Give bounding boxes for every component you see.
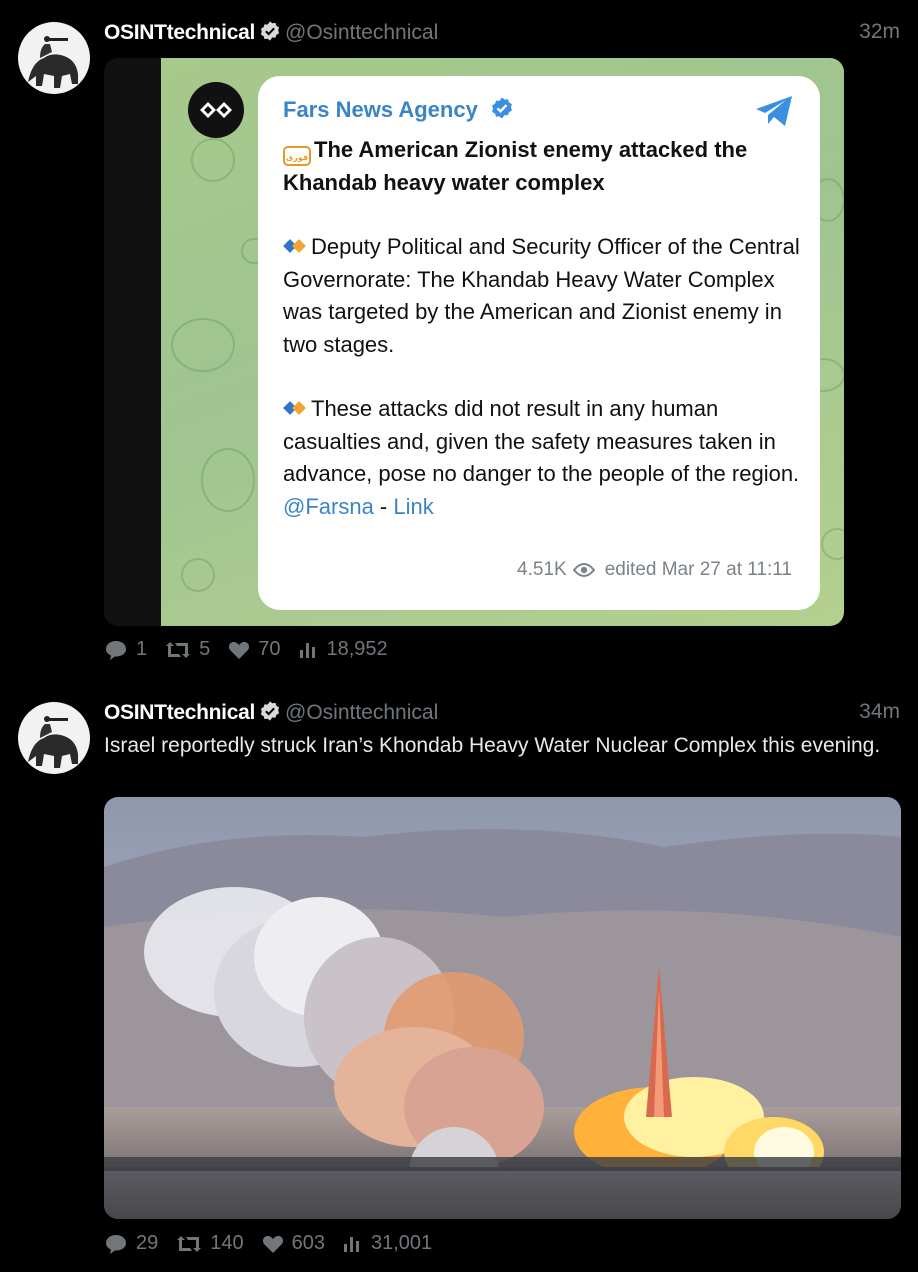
- diamond-bullet-icon: [283, 401, 307, 415]
- fars-badge-icon: فوری: [283, 146, 311, 166]
- message-link: Link: [393, 493, 434, 519]
- repost-count: 140: [210, 1232, 244, 1254]
- repost-button[interactable]: 140: [176, 1232, 244, 1255]
- verified-badge-icon: [259, 700, 281, 728]
- post-actions: 1 5 70 18,952: [104, 638, 388, 661]
- post-text: Israel reportedly struck Iran’s Khondab …: [104, 734, 881, 757]
- channel-verified-icon: [490, 96, 514, 126]
- author-handle[interactable]: @Osinttechnical: [285, 701, 438, 724]
- avatar[interactable]: [18, 702, 90, 774]
- views-button[interactable]: 18,952: [299, 638, 388, 661]
- post[interactable]: OSINTtechnical @Osinttechnical 32m Fars N…: [0, 0, 918, 680]
- post[interactable]: OSINTtechnical @Osinttechnical 34m Israel…: [0, 680, 918, 1272]
- like-button[interactable]: 603: [262, 1232, 325, 1255]
- repost-button[interactable]: 5: [165, 638, 210, 661]
- like-count: 603: [291, 1232, 325, 1254]
- reply-button[interactable]: 29: [104, 1232, 158, 1255]
- post-actions: 29 140 603 31,001: [104, 1232, 432, 1255]
- views-icon: [344, 1236, 359, 1252]
- views-icon: [299, 642, 315, 658]
- message-paragraph-1: Deputy Political and Security Officer of…: [283, 234, 800, 357]
- repost-icon: [166, 641, 191, 658]
- avatar[interactable]: [18, 22, 90, 94]
- verified-badge-icon: [259, 20, 281, 48]
- channel-name: Fars News Agency: [283, 96, 514, 126]
- like-button[interactable]: 70: [228, 638, 281, 661]
- post-media[interactable]: Fars News Agency فوری The American Zionis…: [104, 58, 844, 626]
- message-text: فوری The American Zionist enemy attacked …: [283, 134, 803, 523]
- mention-link: @Farsna: [283, 493, 374, 519]
- author-handle[interactable]: @Osinttechnical: [285, 21, 438, 44]
- post-header: OSINTtechnical @Osinttechnical 32m: [104, 20, 900, 48]
- reply-count: 29: [136, 1232, 159, 1254]
- view-count: 31,001: [371, 1232, 433, 1254]
- eye-icon: [572, 562, 595, 584]
- message-views: 4.51K: [517, 559, 567, 580]
- reply-count: 1: [136, 638, 148, 660]
- post-time[interactable]: 34m: [859, 700, 900, 724]
- repost-count: 5: [199, 638, 211, 660]
- telegram-plane-icon: [754, 94, 794, 133]
- like-count: 70: [258, 638, 281, 660]
- post-time[interactable]: 32m: [859, 20, 900, 44]
- views-button[interactable]: 31,001: [343, 1232, 432, 1255]
- message-title: The American Zionist enemy attacked the …: [283, 137, 748, 195]
- reply-icon: [106, 640, 126, 660]
- link-separator: -: [373, 493, 394, 519]
- author-name[interactable]: OSINTtechnical: [104, 701, 255, 724]
- message-footer: 4.51K edited Mar 27 at 11:11: [517, 559, 792, 584]
- explosion-photo: [104, 797, 901, 1219]
- repost-icon: [177, 1235, 202, 1252]
- post-media[interactable]: [104, 797, 901, 1219]
- author-name[interactable]: OSINTtechnical: [104, 21, 255, 44]
- reply-icon: [106, 1234, 126, 1254]
- like-icon: [262, 1235, 283, 1253]
- view-count: 18,952: [326, 638, 388, 660]
- fars-logo-icon: [188, 82, 244, 138]
- diamond-bullet-icon: [283, 239, 307, 253]
- message-edited: edited Mar 27 at 11:11: [604, 559, 792, 580]
- telegram-message-card: Fars News Agency فوری The American Zionis…: [258, 76, 820, 610]
- message-paragraph-2: These attacks did not result in any huma…: [283, 396, 800, 486]
- like-icon: [229, 641, 250, 659]
- post-header: OSINTtechnical @Osinttechnical 34m: [104, 700, 900, 728]
- reply-button[interactable]: 1: [104, 638, 147, 661]
